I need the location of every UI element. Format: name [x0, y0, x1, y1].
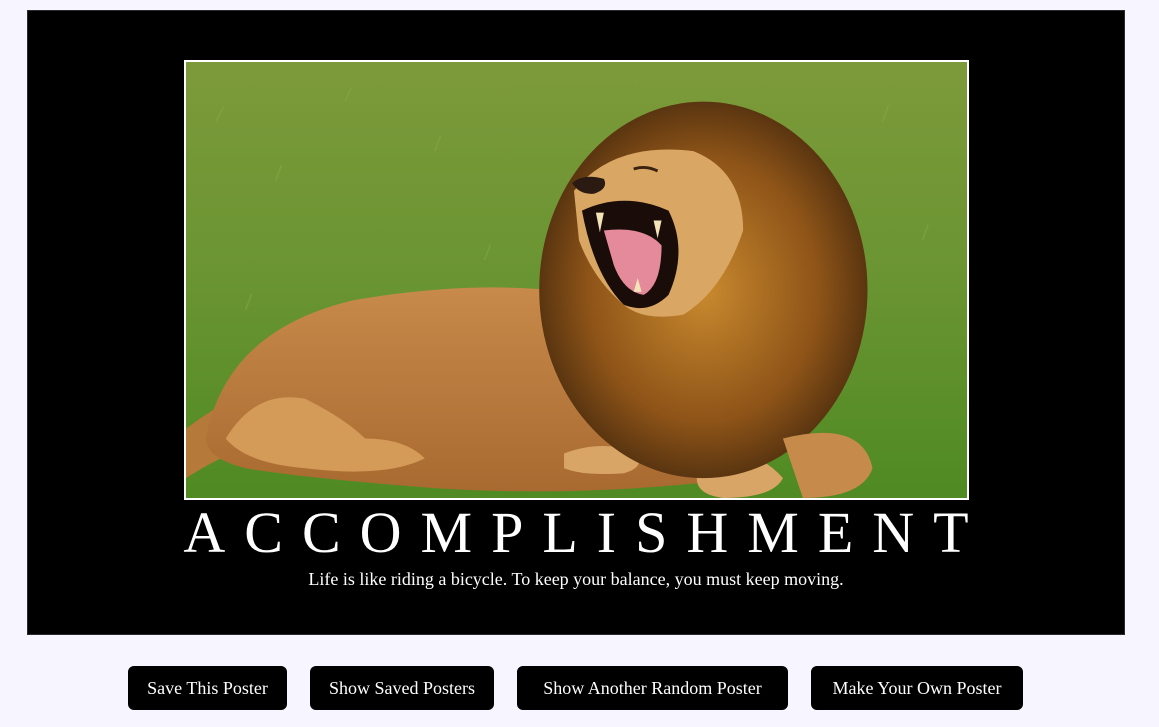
- poster-quote: Life is like riding a bicycle. To keep y…: [308, 569, 844, 589]
- poster-title: ACCOMPLISHMENT: [183, 500, 988, 565]
- lion-photo: [186, 62, 967, 498]
- show-random-poster-button[interactable]: Show Another Random Poster: [517, 666, 788, 710]
- save-poster-button[interactable]: Save This Poster: [128, 666, 287, 710]
- button-row: Save This Poster Show Saved Posters Show…: [0, 666, 1159, 710]
- show-saved-posters-button[interactable]: Show Saved Posters: [310, 666, 494, 710]
- poster-image: [184, 60, 969, 500]
- poster: ACCOMPLISHMENT Life is like riding a bic…: [27, 10, 1125, 635]
- make-own-poster-button[interactable]: Make Your Own Poster: [811, 666, 1023, 710]
